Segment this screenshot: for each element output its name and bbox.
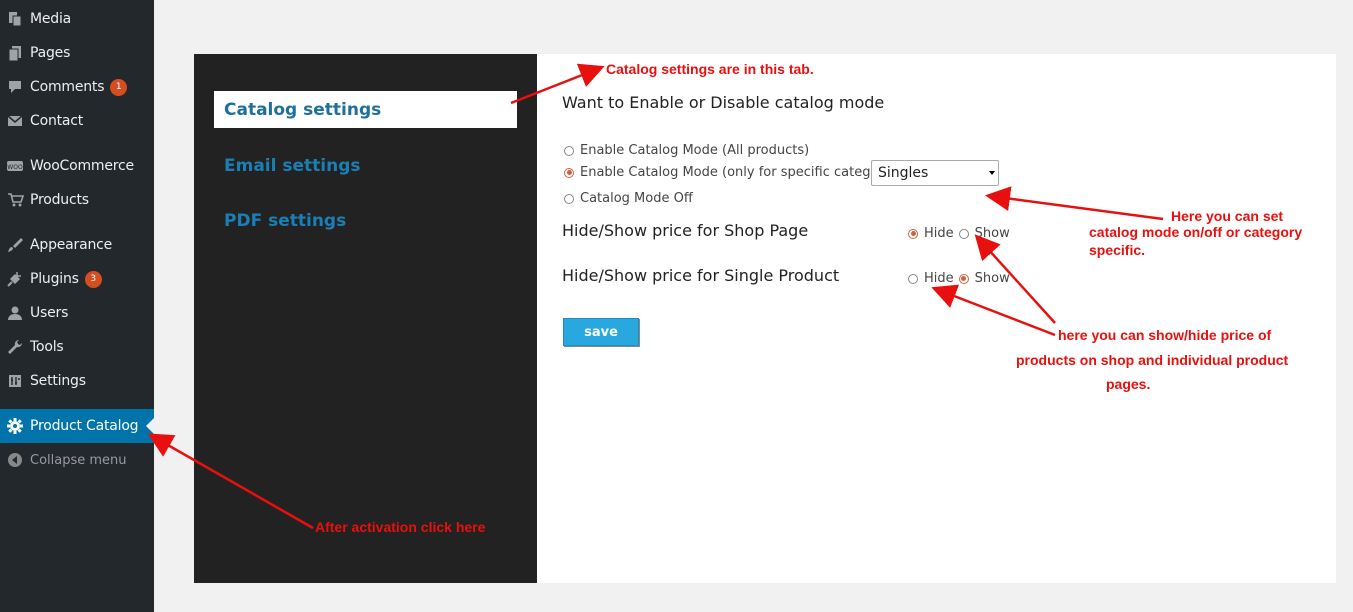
category-select-value: Singles: [878, 165, 929, 181]
single-price-hide-radio[interactable]: [908, 273, 918, 284]
plugins-update-badge: 3: [84, 270, 102, 288]
menu-label: Products: [30, 192, 89, 208]
shop-price-hide-label: Hide: [924, 226, 954, 241]
catalog-mode-all-radio[interactable]: [564, 145, 574, 156]
tab-email-settings[interactable]: Email settings: [214, 147, 517, 184]
annotation-price-note-2: products on shop and individual product: [1016, 352, 1289, 368]
dropdown-caret-icon: [989, 171, 995, 175]
settings-tabs: Catalog settings Email settings PDF sett…: [194, 54, 537, 583]
menu-item-plugins[interactable]: Plugins 3: [0, 262, 154, 296]
menu-label: Media: [30, 11, 72, 27]
single-price-hide-label: Hide: [924, 271, 954, 286]
menu-item-products[interactable]: Products: [0, 183, 154, 217]
media-icon: [0, 10, 30, 28]
menu-label: Contact: [30, 113, 84, 129]
menu-label: Users: [30, 305, 69, 321]
plug-icon: [0, 270, 30, 288]
pages-icon: [0, 44, 30, 62]
catalog-mode-heading: Want to Enable or Disable catalog mode: [562, 93, 885, 112]
tab-pdf-settings[interactable]: PDF settings: [214, 202, 517, 239]
woocommerce-icon: WOO: [0, 157, 30, 175]
menu-item-woocommerce[interactable]: WOO WooCommerce: [0, 149, 154, 183]
menu-item-settings[interactable]: Settings: [0, 364, 154, 398]
menu-label: Tools: [30, 339, 64, 355]
catalog-mode-category-label: Enable Catalog Mode (only for specific c…: [580, 165, 897, 180]
menu-item-product-catalog[interactable]: Product Catalog: [0, 409, 154, 443]
shop-price-show-radio[interactable]: [958, 228, 969, 239]
catalog-mode-category-radio[interactable]: [564, 167, 574, 178]
shop-price-hide-radio[interactable]: [908, 228, 918, 239]
collapse-icon: [0, 452, 30, 468]
catalog-mode-off-option[interactable]: Catalog Mode Off: [564, 191, 693, 206]
menu-item-contact[interactable]: Contact: [0, 104, 154, 138]
collapse-menu-button[interactable]: Collapse menu: [0, 443, 154, 477]
admin-sidebar: Media Pages Comments 1 Contact WOO WooCo…: [0, 0, 154, 612]
annotation-price-note-3: pages.: [1106, 376, 1151, 392]
current-menu-pointer: [146, 418, 154, 434]
settings-content: Want to Enable or Disable catalog mode E…: [537, 54, 1336, 583]
wrench-icon: [0, 338, 30, 356]
settings-sliders-icon: [0, 372, 30, 390]
menu-label: Appearance: [30, 237, 113, 253]
menu-item-appearance[interactable]: Appearance: [0, 228, 154, 262]
menu-label: Product Catalog: [30, 418, 139, 434]
catalog-mode-category-option[interactable]: Enable Catalog Mode (only for specific c…: [564, 165, 897, 180]
single-price-label: Hide/Show price for Single Product: [562, 266, 840, 285]
shop-price-label: Hide/Show price for Shop Page: [562, 221, 809, 240]
catalog-mode-off-radio[interactable]: [564, 193, 574, 204]
shop-price-options: Hide Show: [908, 226, 1010, 241]
gear-icon: [0, 417, 30, 435]
comments-count-badge: 1: [110, 78, 128, 96]
category-select[interactable]: Singles: [871, 160, 999, 186]
menu-label: Settings: [30, 373, 86, 389]
catalog-mode-all-option[interactable]: Enable Catalog Mode (All products): [564, 143, 809, 158]
menu-label: WooCommerce: [30, 158, 134, 174]
tab-catalog-settings[interactable]: Catalog settings: [214, 91, 517, 128]
catalog-mode-all-label: Enable Catalog Mode (All products): [580, 143, 810, 158]
shop-price-show-label: Show: [974, 226, 1010, 241]
annotation-mode-note-1: Here you can set: [1171, 208, 1284, 224]
menu-item-pages[interactable]: Pages: [0, 36, 154, 70]
single-price-show-label: Show: [974, 271, 1010, 286]
annotation-price-note-1: here you can show/hide price of: [1058, 327, 1272, 343]
annotation-mode-note-2: catalog mode on/off or category: [1089, 224, 1303, 240]
annotation-menu-note: After activation click here: [315, 519, 486, 535]
cart-icon: [0, 191, 30, 209]
save-button[interactable]: save: [563, 318, 639, 346]
menu-item-tools[interactable]: Tools: [0, 330, 154, 364]
menu-item-users[interactable]: Users: [0, 296, 154, 330]
user-icon: [0, 304, 30, 322]
catalog-settings-panel: Catalog settings Email settings PDF sett…: [194, 54, 1336, 583]
menu-item-comments[interactable]: Comments 1: [0, 70, 154, 104]
single-price-show-radio[interactable]: [958, 273, 969, 284]
menu-label: Comments: [30, 79, 105, 95]
svg-text:WOO: WOO: [7, 164, 23, 171]
mail-icon: [0, 112, 30, 130]
catalog-mode-off-label: Catalog Mode Off: [580, 191, 693, 206]
menu-label: Plugins: [30, 271, 79, 287]
annotation-tab-note: Catalog settings are in this tab.: [606, 61, 814, 77]
brush-icon: [0, 236, 30, 254]
menu-item-media[interactable]: Media: [0, 2, 154, 36]
single-price-options: Hide Show: [908, 271, 1010, 286]
comments-icon: [0, 78, 30, 96]
annotation-mode-note-3: specific.: [1089, 242, 1146, 258]
menu-label: Pages: [30, 45, 71, 61]
collapse-menu-label: Collapse menu: [30, 452, 127, 468]
